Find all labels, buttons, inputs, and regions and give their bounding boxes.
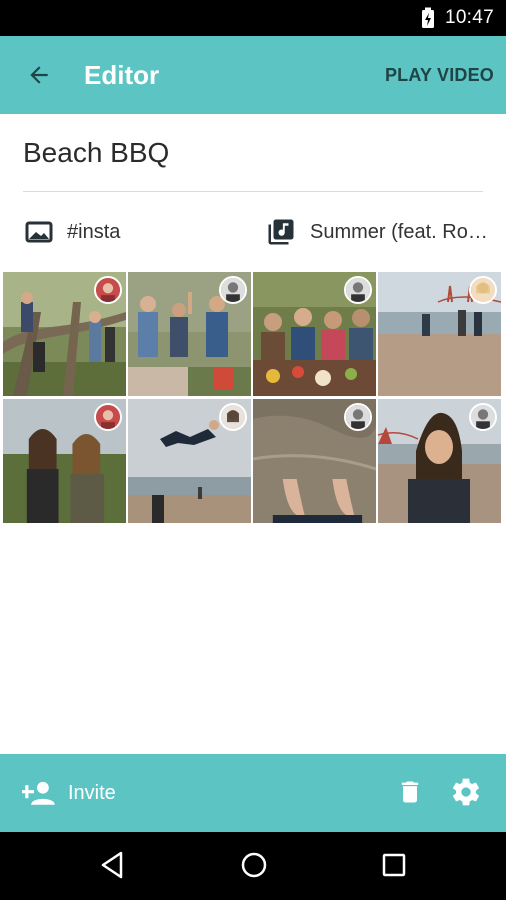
nav-home-icon [241, 852, 267, 878]
nav-back-button[interactable] [98, 850, 126, 885]
gear-icon [453, 778, 479, 806]
photo-tile[interactable] [253, 399, 376, 523]
photo-tile[interactable] [253, 272, 376, 396]
event-title[interactable]: Beach BBQ [23, 137, 169, 169]
status-bar: 10:47 [0, 0, 506, 36]
photo-tile[interactable] [378, 272, 501, 396]
photo-grid [3, 272, 503, 523]
nav-back-icon [101, 851, 123, 879]
nav-home-button[interactable] [239, 850, 269, 885]
nav-recents-icon [382, 853, 406, 877]
settings-button[interactable] [450, 776, 482, 813]
filter-selector[interactable]: #insta [25, 220, 120, 244]
contributor-avatar [94, 276, 122, 304]
photo-tile[interactable] [3, 399, 126, 523]
photo-tile[interactable] [128, 272, 251, 396]
trash-icon [401, 781, 419, 803]
person-add-icon [22, 781, 55, 805]
invite-button[interactable]: Invite [22, 779, 116, 807]
contributor-avatar [344, 403, 372, 431]
contributor-avatar [219, 403, 247, 431]
contributor-avatar [469, 403, 497, 431]
meta-row: #insta Summer (feat. Ro… [0, 196, 506, 268]
photo-frame-icon [25, 221, 53, 243]
music-library-icon [268, 219, 294, 245]
contributor-avatar [469, 276, 497, 304]
page-title: Editor [84, 59, 160, 90]
music-label: Summer (feat. Ro… [310, 220, 488, 243]
contributor-avatar [94, 403, 122, 431]
photo-tile[interactable] [128, 399, 251, 523]
status-time: 10:47 [444, 7, 494, 28]
play-video-button[interactable]: PLAY VIDEO [385, 65, 494, 86]
arrow-back-icon [30, 66, 48, 84]
bottom-action-bar: Invite [0, 754, 506, 832]
system-nav-bar [0, 832, 506, 900]
back-button[interactable] [22, 58, 56, 92]
contributor-avatar [344, 276, 372, 304]
music-selector[interactable]: Summer (feat. Ro… [266, 217, 488, 247]
nav-recents-button[interactable] [380, 850, 408, 885]
invite-label: Invite [68, 781, 116, 804]
contributor-avatar [219, 276, 247, 304]
app-bar: Editor PLAY VIDEO [0, 36, 506, 114]
filter-label: #insta [67, 220, 121, 243]
delete-button[interactable] [396, 776, 424, 813]
photo-tile[interactable] [378, 399, 501, 523]
photo-tile[interactable] [3, 272, 126, 396]
event-title-field[interactable]: Beach BBQ [23, 114, 483, 192]
battery-charging-icon [421, 7, 434, 28]
